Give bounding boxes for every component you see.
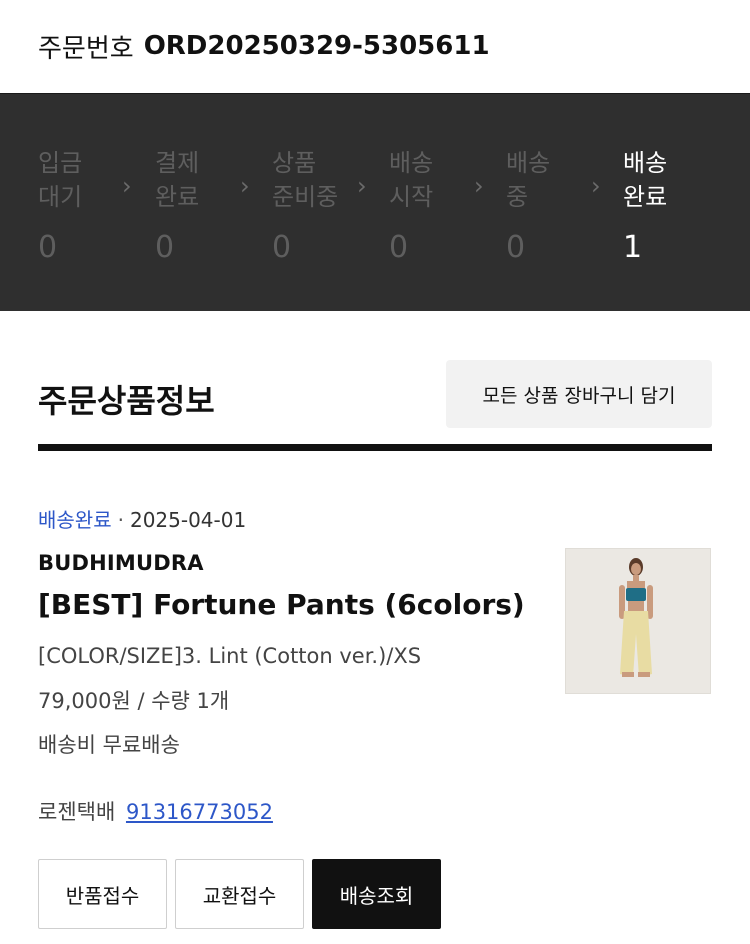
delivery-status: 배송완료 (38, 508, 112, 532)
step-count: 0 (272, 230, 292, 265)
courier-info: 로젠택배 91316773052 (38, 796, 273, 826)
product-brand[interactable]: BUDHIMUDRA (38, 551, 204, 575)
step-in-transit: 배송 중 0 (506, 146, 606, 265)
chevron-right-icon: › (240, 172, 250, 200)
tracking-number-link[interactable]: 91316773052 (126, 800, 273, 824)
chevron-right-icon: › (474, 172, 484, 200)
product-price-quantity: 79,000원 / 수량 1개 (38, 689, 230, 713)
product-name[interactable]: [BEST] Fortune Pants (6colors) (38, 588, 525, 621)
order-number-header: 주문번호 ORD20250329-5305611 (0, 0, 750, 92)
order-status-bar: 입금 대기 0 › 결제 완료 0 › 상품 준비중 0 › 배송 시작 0 ›… (0, 93, 750, 311)
step-label: 배송 완료 (623, 149, 668, 211)
step-count: 0 (389, 230, 409, 265)
order-number-value: ORD20250329-5305611 (143, 31, 490, 61)
step-count: 0 (38, 230, 58, 265)
product-option: [COLOR/SIZE]3. Lint (Cotton ver.)/XS (38, 644, 422, 668)
step-awaiting-deposit: 입금 대기 0 (38, 146, 138, 265)
step-count: 0 (155, 230, 175, 265)
step-preparing: 상품 준비중 0 (272, 146, 372, 265)
chevron-right-icon: › (591, 172, 601, 200)
separator-dot: · (117, 508, 124, 532)
chevron-right-icon: › (122, 172, 132, 200)
section-divider (38, 444, 712, 451)
item-status-line: 배송완료 · 2025-04-01 (38, 504, 246, 533)
courier-name: 로젠택배 (38, 800, 116, 824)
chevron-right-icon: › (357, 172, 367, 200)
step-count: 0 (506, 230, 526, 265)
step-delivered: 배송 완료 1 (623, 146, 723, 265)
return-request-button[interactable]: 반품접수 (38, 859, 167, 929)
section-title: 주문상품정보 (38, 382, 215, 420)
exchange-request-button[interactable]: 교환접수 (175, 859, 304, 929)
track-delivery-button[interactable]: 배송조회 (312, 859, 441, 929)
order-items-header: 주문상품정보 모든 상품 장바구니 담기 (38, 360, 712, 430)
shipping-fee: 배송비 무료배송 (38, 733, 180, 757)
product-thumbnail[interactable] (565, 548, 711, 694)
step-shipping-started: 배송 시작 0 (389, 146, 489, 265)
order-number-label: 주문번호 (38, 33, 134, 64)
add-all-to-cart-button[interactable]: 모든 상품 장바구니 담기 (446, 360, 712, 428)
product-photo-image (566, 549, 710, 693)
delivery-date: 2025-04-01 (129, 508, 247, 532)
step-payment-complete: 결제 완료 0 (155, 146, 255, 265)
step-count: 1 (623, 230, 643, 265)
